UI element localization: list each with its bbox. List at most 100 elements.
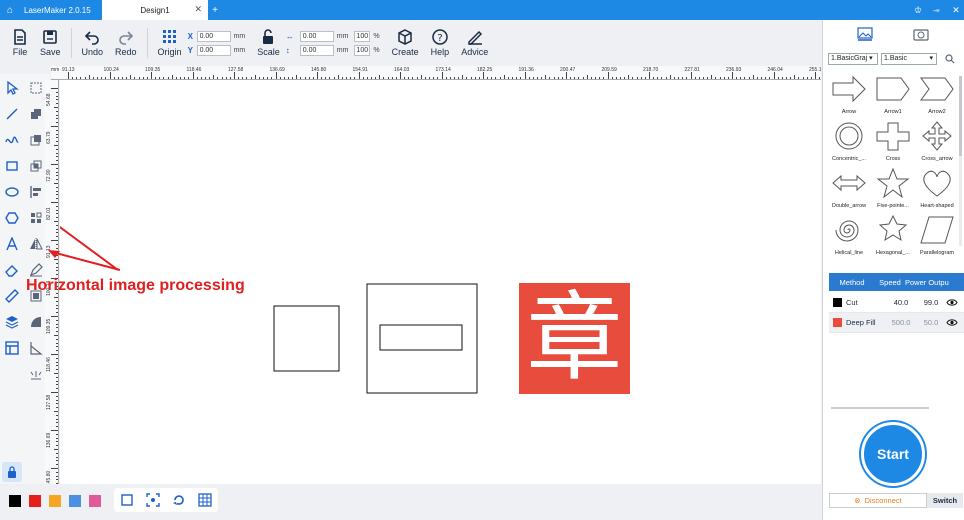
ruler-tick	[756, 77, 758, 79]
start-button[interactable]: Start	[861, 422, 925, 486]
width-pct-input[interactable]: 100	[354, 30, 371, 42]
scale-button[interactable]: Scale	[251, 20, 286, 66]
ruler-tick	[408, 77, 410, 79]
color-swatch[interactable]	[29, 495, 41, 507]
gallery-scrollbar[interactable]	[959, 76, 962, 246]
disconnect-button[interactable]: ⊗ Disconnect	[829, 493, 927, 508]
shape-item[interactable]: Cross_arrow	[915, 121, 959, 167]
shape-item[interactable]: Arrow2	[915, 74, 959, 120]
square-shape[interactable]	[273, 305, 340, 372]
gallery-tab-icon[interactable]	[857, 27, 873, 41]
skin-icon[interactable]: ♔	[908, 0, 928, 20]
eye-icon[interactable]	[946, 318, 958, 327]
help-button[interactable]: ? Help	[425, 20, 456, 66]
fit-selection-icon[interactable]	[146, 493, 160, 507]
eraser-tool[interactable]	[2, 260, 22, 280]
redo-button[interactable]: Redo	[109, 20, 143, 66]
lock-tool[interactable]	[2, 462, 22, 482]
color-swatch[interactable]	[89, 495, 101, 507]
shape-item[interactable]: Double_arrow	[827, 168, 871, 214]
ruler-tick	[97, 77, 99, 79]
array-tool[interactable]	[26, 208, 46, 228]
ellipse-tool[interactable]	[2, 182, 22, 202]
ruler-tick	[56, 152, 58, 154]
search-icon[interactable]	[945, 54, 955, 64]
create-button[interactable]: Create	[386, 20, 425, 66]
ruler-label: 200.47	[560, 67, 576, 73]
intersect-tool[interactable]	[26, 156, 46, 176]
text-tool[interactable]	[2, 234, 22, 254]
shape-label: Arrow1	[884, 109, 902, 115]
color-swatch[interactable]	[9, 495, 21, 507]
ruler-tick	[785, 77, 787, 79]
rect-tool[interactable]	[2, 156, 22, 176]
subtract-tool[interactable]	[26, 130, 46, 150]
ruler-tick	[56, 224, 58, 226]
tab-design1[interactable]: Design1 ✕	[102, 0, 208, 20]
width-input[interactable]: 0.00	[299, 30, 334, 42]
library-select[interactable]: 1.BasicGraj ▾	[828, 53, 878, 65]
ruler-tick	[462, 75, 464, 79]
close-icon[interactable]: ✕	[194, 4, 202, 15]
slice-tool[interactable]	[26, 338, 46, 358]
explode-tool[interactable]	[26, 364, 46, 384]
marquee-tool[interactable]	[26, 78, 46, 98]
home-icon[interactable]: ⌂	[0, 5, 20, 16]
save-button[interactable]: Save	[34, 20, 67, 66]
category-select[interactable]: 1.Basic ▾	[881, 53, 937, 65]
ruler-tick	[56, 304, 58, 306]
switch-button[interactable]: Switch	[927, 493, 963, 508]
ruler-tick	[653, 77, 655, 79]
shape-item[interactable]: Parallelogram	[915, 215, 959, 261]
layer-color[interactable]	[833, 318, 842, 327]
restore-icon[interactable]: ▫	[928, 0, 948, 20]
select-tool[interactable]	[2, 78, 22, 98]
shape-item[interactable]: Heart-shaped	[915, 168, 959, 214]
shape-item[interactable]: Five-pointe...	[871, 167, 915, 214]
color-swatch[interactable]	[49, 495, 61, 507]
weld-tool[interactable]	[26, 104, 46, 124]
ruler-tick	[56, 133, 58, 135]
framed-rect-shape[interactable]	[366, 283, 478, 394]
height-input[interactable]: 0.00	[299, 44, 334, 56]
shape-item[interactable]: Arrow	[827, 74, 871, 120]
height-pct-input[interactable]: 100	[354, 44, 371, 56]
layer-row-deepfill[interactable]: Deep Fill 500.0 50.0	[829, 313, 964, 333]
window-close-icon[interactable]: ✕	[946, 0, 964, 20]
rotate-view-icon[interactable]	[172, 493, 186, 507]
ruler-tick	[358, 72, 360, 79]
eye-icon[interactable]	[946, 298, 958, 307]
curve-tool[interactable]	[2, 130, 22, 150]
fit-page-icon[interactable]	[120, 493, 134, 507]
trace-tool[interactable]	[26, 312, 46, 332]
line-tool[interactable]	[2, 104, 22, 124]
color-swatch[interactable]	[69, 495, 81, 507]
layer-color[interactable]	[833, 298, 842, 307]
inner-rect-shape[interactable]	[379, 324, 463, 351]
polygon-tool[interactable]	[2, 208, 22, 228]
layer-row-cut[interactable]: Cut 40.0 99.0	[829, 293, 964, 313]
align-tool[interactable]	[26, 182, 46, 202]
ruler-tick	[76, 77, 78, 79]
shape-item[interactable]: Cross	[871, 121, 915, 167]
ruler-tick	[56, 338, 58, 340]
shape-item[interactable]: Helical_line	[827, 215, 871, 261]
origin-button[interactable]: Origin	[152, 20, 188, 66]
file-button[interactable]: File	[6, 20, 34, 66]
measure-tool[interactable]	[2, 286, 22, 306]
grid-toggle-icon[interactable]	[198, 493, 212, 507]
plus-icon[interactable]: +	[208, 5, 222, 16]
layers-tool[interactable]	[2, 312, 22, 332]
x-input[interactable]: 0.00	[196, 30, 231, 42]
advice-button[interactable]: Advice	[455, 20, 494, 66]
shape-item[interactable]: Arrow1	[871, 74, 915, 120]
shape-item[interactable]: Hexagonal_...	[871, 214, 915, 261]
shape-item[interactable]: Concentric_...	[827, 121, 871, 167]
layer-method: Cut	[846, 298, 858, 307]
mirror-horizontal-tool[interactable]	[26, 234, 46, 254]
camera-tab-icon[interactable]	[913, 27, 929, 41]
ruler-tick	[445, 77, 447, 79]
y-input[interactable]: 0.00	[196, 44, 231, 56]
layout-tool[interactable]	[2, 338, 22, 358]
undo-button[interactable]: Undo	[76, 20, 110, 66]
